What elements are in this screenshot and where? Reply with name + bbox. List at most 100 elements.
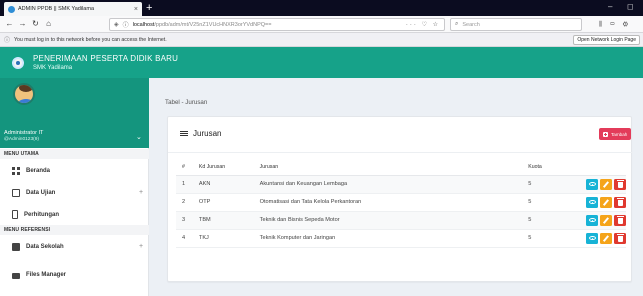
eye-icon bbox=[588, 200, 596, 204]
page-actions[interactable]: ··· ♡ ☆ bbox=[406, 21, 440, 28]
network-notice-bar: ⓘ You must log in to this network before… bbox=[0, 33, 643, 47]
dashboard-icon bbox=[12, 166, 20, 175]
url-bar[interactable]: ◈ ⓘ localhost/ppdb/adm/mt/V25nZ1VUcHNXR3… bbox=[109, 18, 445, 31]
cell-jurusan: Teknik dan Bisnis Sepeda Motor bbox=[259, 211, 529, 230]
pencil-icon bbox=[603, 198, 609, 206]
forward-icon[interactable]: → bbox=[17, 19, 28, 28]
browser-tab[interactable]: ADMIN PPDB || SMK Yadilama × bbox=[4, 2, 142, 16]
table-row: 4 TKJ Teknik Komputer dan Jaringan 5 bbox=[176, 229, 626, 248]
database-icon bbox=[12, 242, 20, 251]
info-icon[interactable]: ⓘ bbox=[123, 20, 129, 29]
cell-number: 4 bbox=[176, 229, 199, 248]
sidebar-item-data-sekolah[interactable]: Data Sekolah + bbox=[0, 236, 149, 257]
back-icon[interactable]: ← bbox=[4, 19, 15, 28]
cell-actions bbox=[585, 175, 626, 194]
delete-button[interactable] bbox=[614, 178, 626, 190]
table-header-row: # Kd Jurusan Jurusan Kuota bbox=[176, 159, 626, 176]
expand-icon[interactable]: + bbox=[139, 189, 143, 196]
app-title: PENERIMAAN PESERTA DIDIK BARU bbox=[33, 54, 179, 63]
minimize-icon[interactable]: – bbox=[608, 2, 612, 12]
user-id: @Admin0123(9) bbox=[4, 137, 39, 142]
view-button[interactable] bbox=[586, 214, 598, 226]
info-icon: ⓘ bbox=[4, 38, 11, 44]
cell-kode: TKJ bbox=[198, 229, 260, 248]
notice-text: You must log in to this network before y… bbox=[14, 36, 167, 43]
search-icon: ⌕ bbox=[455, 21, 459, 27]
book-icon bbox=[12, 188, 20, 197]
new-tab-button[interactable]: + bbox=[146, 1, 152, 15]
maximize-icon[interactable]: ◻ bbox=[627, 2, 634, 12]
toolbar-icons[interactable]: ⫼ ▭ ⚙ bbox=[599, 21, 631, 29]
search-bar[interactable]: ⌕ Search bbox=[450, 18, 582, 31]
avatar bbox=[13, 83, 35, 105]
search-placeholder: Search bbox=[462, 21, 480, 28]
browser-navbar: ← → ↻ ⌂ ◈ ⓘ localhost/ppdb/adm/mt/V25nZ1… bbox=[0, 16, 643, 33]
sidebar-item-label: Perhitungan bbox=[24, 211, 60, 218]
edit-button[interactable] bbox=[600, 178, 612, 190]
home-icon[interactable]: ⌂ bbox=[43, 19, 54, 28]
view-button[interactable] bbox=[586, 232, 598, 244]
list-icon bbox=[180, 130, 188, 137]
sidebar-item-label: Files Manager bbox=[26, 271, 67, 278]
breadcrumb: Tabel - Jurusan bbox=[165, 99, 208, 106]
user-name: Administrator IT bbox=[4, 130, 44, 136]
delete-button[interactable] bbox=[614, 196, 626, 208]
table-row: 3 TBM Teknik dan Bisnis Sepeda Motor 5 bbox=[176, 211, 626, 230]
plus-square-icon bbox=[603, 131, 608, 137]
open-login-page-button[interactable]: Open Network Login Page bbox=[573, 35, 640, 45]
card-header: Jurusan bbox=[180, 129, 221, 138]
tab-close-icon[interactable]: × bbox=[134, 6, 138, 13]
sidebar: Administrator IT @Admin0123(9) ⌄ MENU UT… bbox=[0, 78, 149, 296]
eye-icon bbox=[588, 218, 596, 222]
folder-icon bbox=[12, 272, 20, 279]
view-button[interactable] bbox=[586, 196, 598, 208]
column-header-kuota: Kuota bbox=[528, 159, 586, 176]
reload-icon[interactable]: ↻ bbox=[30, 19, 41, 28]
eye-icon bbox=[588, 182, 596, 186]
add-button-label: Tambah bbox=[611, 131, 628, 137]
sidebar-item-beranda[interactable]: Beranda bbox=[0, 160, 149, 181]
menu-header-main: MENU UTAMA bbox=[0, 149, 149, 159]
view-button[interactable] bbox=[586, 178, 598, 190]
pencil-icon bbox=[603, 180, 609, 188]
edit-button[interactable] bbox=[600, 232, 612, 244]
sidebar-item-label: Data Ujian bbox=[26, 189, 56, 196]
sidebar-item-files-manager[interactable]: Files Manager bbox=[0, 264, 149, 285]
edit-button[interactable] bbox=[600, 196, 612, 208]
column-header-jurusan: Jurusan bbox=[259, 159, 529, 176]
table-row: 2 OTP Otomatisasi dan Tata Kelola Perkan… bbox=[176, 193, 626, 212]
cell-number: 3 bbox=[176, 211, 199, 230]
delete-button[interactable] bbox=[614, 232, 626, 244]
trash-icon bbox=[616, 197, 624, 206]
add-button[interactable]: Tambah bbox=[599, 128, 632, 140]
column-header-actions bbox=[585, 159, 626, 176]
browser-tab-strip: ADMIN PPDB || SMK Yadilama × + – ◻ bbox=[0, 0, 643, 16]
cell-number: 2 bbox=[176, 193, 199, 212]
school-logo-icon bbox=[12, 57, 24, 69]
favicon-icon bbox=[8, 5, 15, 13]
user-panel[interactable]: Administrator IT @Admin0123(9) ⌄ bbox=[0, 78, 149, 148]
sidebar-item-data-ujian[interactable]: Data Ujian + bbox=[0, 182, 149, 203]
sidebar-item-perhitungan[interactable]: Perhitungan bbox=[0, 204, 149, 225]
tab-title: ADMIN PPDB || SMK Yadilama bbox=[18, 6, 95, 12]
cell-jurusan: Teknik Komputer dan Jaringan bbox=[259, 229, 529, 248]
sidebar-item-label: Beranda bbox=[26, 167, 51, 174]
table-row: 1 AKN Akuntansi dan Keuangan Lembaga 5 bbox=[176, 175, 626, 194]
chevron-down-icon[interactable]: ⌄ bbox=[136, 133, 142, 141]
sidebar-item-label: Data Sekolah bbox=[26, 243, 64, 250]
trash-icon bbox=[616, 215, 624, 224]
cell-number: 1 bbox=[176, 175, 199, 194]
cell-kode: OTP bbox=[198, 193, 260, 212]
cell-actions bbox=[585, 229, 626, 248]
expand-icon[interactable]: + bbox=[139, 243, 143, 250]
cell-kuota: 5 bbox=[528, 175, 586, 194]
trash-icon bbox=[616, 233, 624, 242]
card-title: Jurusan bbox=[193, 129, 222, 138]
jurusan-table: # Kd Jurusan Jurusan Kuota 1 AKN Akuntan… bbox=[176, 159, 626, 248]
delete-button[interactable] bbox=[614, 214, 626, 226]
cell-kode: TBM bbox=[198, 211, 260, 230]
cell-actions bbox=[585, 193, 626, 212]
menu-header-referensi: MENU REFERENSI bbox=[0, 225, 149, 235]
edit-button[interactable] bbox=[600, 214, 612, 226]
cell-kuota: 5 bbox=[528, 211, 586, 230]
